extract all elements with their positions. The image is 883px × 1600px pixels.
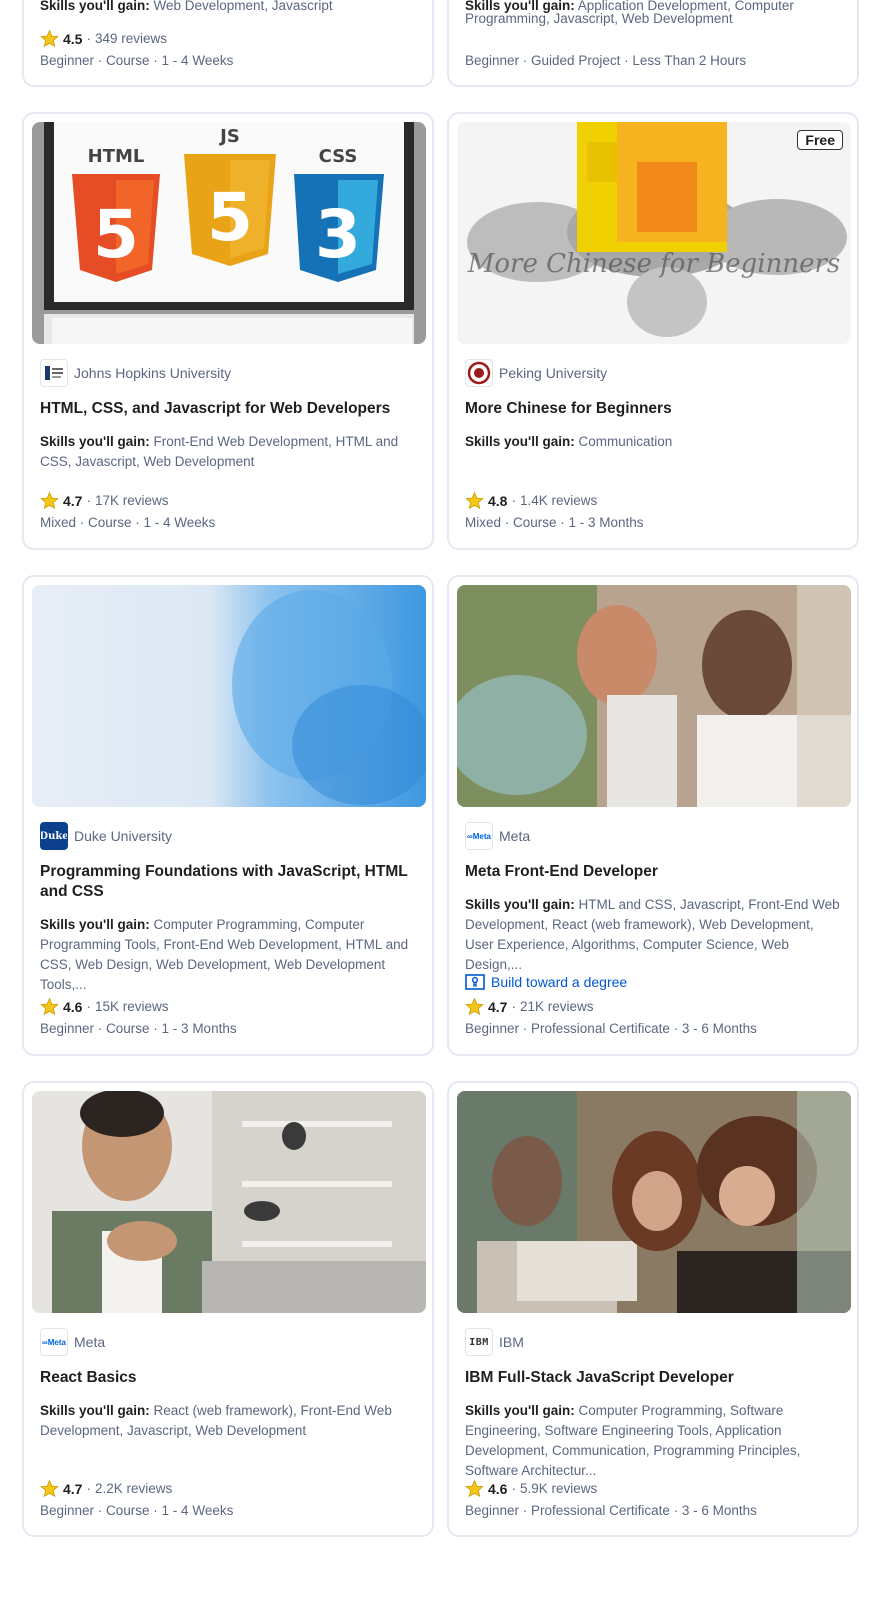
course-meta: Beginner · Course · 1 - 3 Months — [40, 1021, 237, 1036]
skills-text: Skills you'll gain: Computer Programming… — [465, 1403, 801, 1478]
course-card[interactable]: Duke Duke University Programming Foundat… — [22, 575, 434, 1056]
rating-row: 4.6 · 15K reviews — [40, 997, 169, 1016]
ibm-logo: IBM — [465, 1328, 493, 1356]
rating-score: 4.5 — [63, 30, 83, 47]
partner-name: Duke University — [74, 828, 173, 844]
course-meta: Beginner · Guided Project · Less Than 2 … — [465, 53, 747, 68]
svg-text:JS: JS — [218, 126, 240, 147]
rating-score: 4.6 — [63, 998, 83, 1015]
partner: Peking University — [465, 359, 607, 387]
course-title[interactable]: More Chinese for Beginners — [465, 399, 841, 419]
course-thumbnail — [457, 585, 851, 807]
course-card[interactable]: More Chinese for Beginners Free Peking U… — [447, 112, 859, 550]
course-thumbnail: More Chinese for Beginners Free — [457, 122, 851, 344]
johns-hopkins-logo — [40, 359, 68, 387]
partner: IBM IBM — [465, 1328, 524, 1356]
skills-text-line2: Programming, Javascript, Web Development — [465, 11, 733, 26]
svg-text:5: 5 — [93, 196, 139, 273]
course-title[interactable]: HTML, CSS, and Javascript for Web Develo… — [40, 399, 416, 419]
partner-name: Johns Hopkins University — [74, 365, 232, 381]
course-thumbnail: HTML 5 JS 5 CSS 3 — [32, 122, 426, 344]
review-count: 5.9K reviews — [519, 1481, 598, 1496]
skills-text: Skills you'll gain: React (web framework… — [40, 1403, 392, 1438]
rating-score: 4.6 — [488, 1480, 508, 1497]
course-meta: Beginner · Course · 1 - 4 Weeks — [40, 53, 234, 68]
course-card[interactable]: ∞Meta Meta React Basics Skills you'll ga… — [22, 1081, 434, 1537]
svg-text:CSS: CSS — [319, 146, 358, 167]
partner-name: Meta — [499, 828, 531, 844]
course-title[interactable]: React Basics — [40, 1368, 416, 1388]
degree-icon — [465, 974, 485, 990]
review-count: 349 reviews — [94, 31, 168, 46]
skills-text: Skills you'll gain: Communication — [465, 434, 673, 449]
skills-text: Skills you'll gain: Front-End Web Develo… — [40, 434, 399, 469]
svg-text:5: 5 — [207, 179, 253, 256]
review-count: 15K reviews — [94, 999, 169, 1014]
course-meta: Mixed · Course · 1 - 4 Weeks — [40, 515, 216, 530]
rating-score: 4.7 — [488, 998, 508, 1015]
star-icon — [40, 29, 59, 48]
review-count: 17K reviews — [94, 493, 169, 508]
course-meta: Beginner · Course · 1 - 4 Weeks — [40, 1503, 234, 1518]
course-meta: Beginner · Professional Certificate · 3 … — [465, 1503, 757, 1518]
course-card[interactable]: HTML 5 JS 5 CSS 3 Johns Hopkins Universi… — [22, 112, 434, 550]
rating-row: 4.7 · 21K reviews — [465, 997, 594, 1016]
skills-text: Skills you'll gain: Computer Programming… — [40, 917, 409, 992]
course-meta: Beginner · Professional Certificate · 3 … — [465, 1021, 757, 1036]
build-degree-label[interactable]: Build toward a degree — [491, 974, 627, 990]
star-icon — [40, 1479, 59, 1498]
course-title[interactable]: IBM Full-Stack JavaScript Developer — [465, 1368, 841, 1388]
course-card[interactable]: ∞Meta Meta Meta Front-End Developer Skil… — [447, 575, 859, 1056]
course-meta: Mixed · Course · 1 - 3 Months — [465, 515, 644, 530]
partner: ∞Meta Meta — [465, 822, 530, 850]
course-card-partial-right[interactable]: Skills you'll gain: Application Developm… — [447, 0, 859, 87]
partner: ∞Meta Meta — [40, 1328, 105, 1356]
rating-row: 4.6 · 5.9K reviews — [465, 1479, 597, 1498]
peking-university-logo — [465, 359, 493, 387]
review-count: 1.4K reviews — [519, 493, 598, 508]
review-count: 21K reviews — [519, 999, 594, 1014]
star-icon — [465, 1479, 484, 1498]
meta-logo: ∞Meta — [465, 822, 493, 850]
star-icon — [40, 997, 59, 1016]
svg-text:3: 3 — [315, 196, 361, 273]
course-title[interactable]: Programming Foundations with JavaScript,… — [40, 862, 416, 902]
review-count: 2.2K reviews — [94, 1481, 173, 1496]
svg-text:More Chinese for Beginners: More Chinese for Beginners — [467, 249, 841, 279]
partner-name: IBM — [499, 1334, 524, 1350]
star-icon — [465, 997, 484, 1016]
free-badge: Free — [797, 130, 843, 150]
partner-name: Meta — [74, 1334, 106, 1350]
rating-row: 4.8 · 1.4K reviews — [465, 491, 597, 510]
svg-text:HTML: HTML — [88, 146, 145, 167]
rating-score: 4.7 — [63, 1480, 83, 1497]
course-thumbnail — [32, 585, 426, 807]
partner: Duke Duke University — [40, 822, 172, 850]
rating-row: 4.7 · 17K reviews — [40, 491, 169, 510]
course-thumbnail — [32, 1091, 426, 1313]
duke-logo: Duke — [40, 822, 68, 850]
skills-text: Skills you'll gain: Web Development, Jav… — [40, 0, 333, 13]
course-title[interactable]: Meta Front-End Developer — [465, 862, 841, 882]
rating-row: 4.7 · 2.2K reviews — [40, 1479, 172, 1498]
partner-name: Peking University — [499, 365, 608, 381]
rating-score: 4.7 — [63, 492, 83, 509]
star-icon — [40, 491, 59, 510]
partner: Johns Hopkins University — [40, 359, 231, 387]
meta-logo: ∞Meta — [40, 1328, 68, 1356]
course-card-partial-left[interactable]: Skills you'll gain: Web Development, Jav… — [22, 0, 434, 87]
course-thumbnail — [457, 1091, 851, 1313]
build-degree-link[interactable]: Build toward a degree — [465, 974, 627, 990]
rating-score: 4.8 — [488, 492, 508, 509]
course-card[interactable]: IBM IBM IBM Full-Stack JavaScript Develo… — [447, 1081, 859, 1537]
skills-text: Skills you'll gain: HTML and CSS, Javasc… — [465, 897, 840, 972]
rating-row: 4.5 · 349 reviews — [40, 29, 167, 48]
star-icon — [465, 491, 484, 510]
